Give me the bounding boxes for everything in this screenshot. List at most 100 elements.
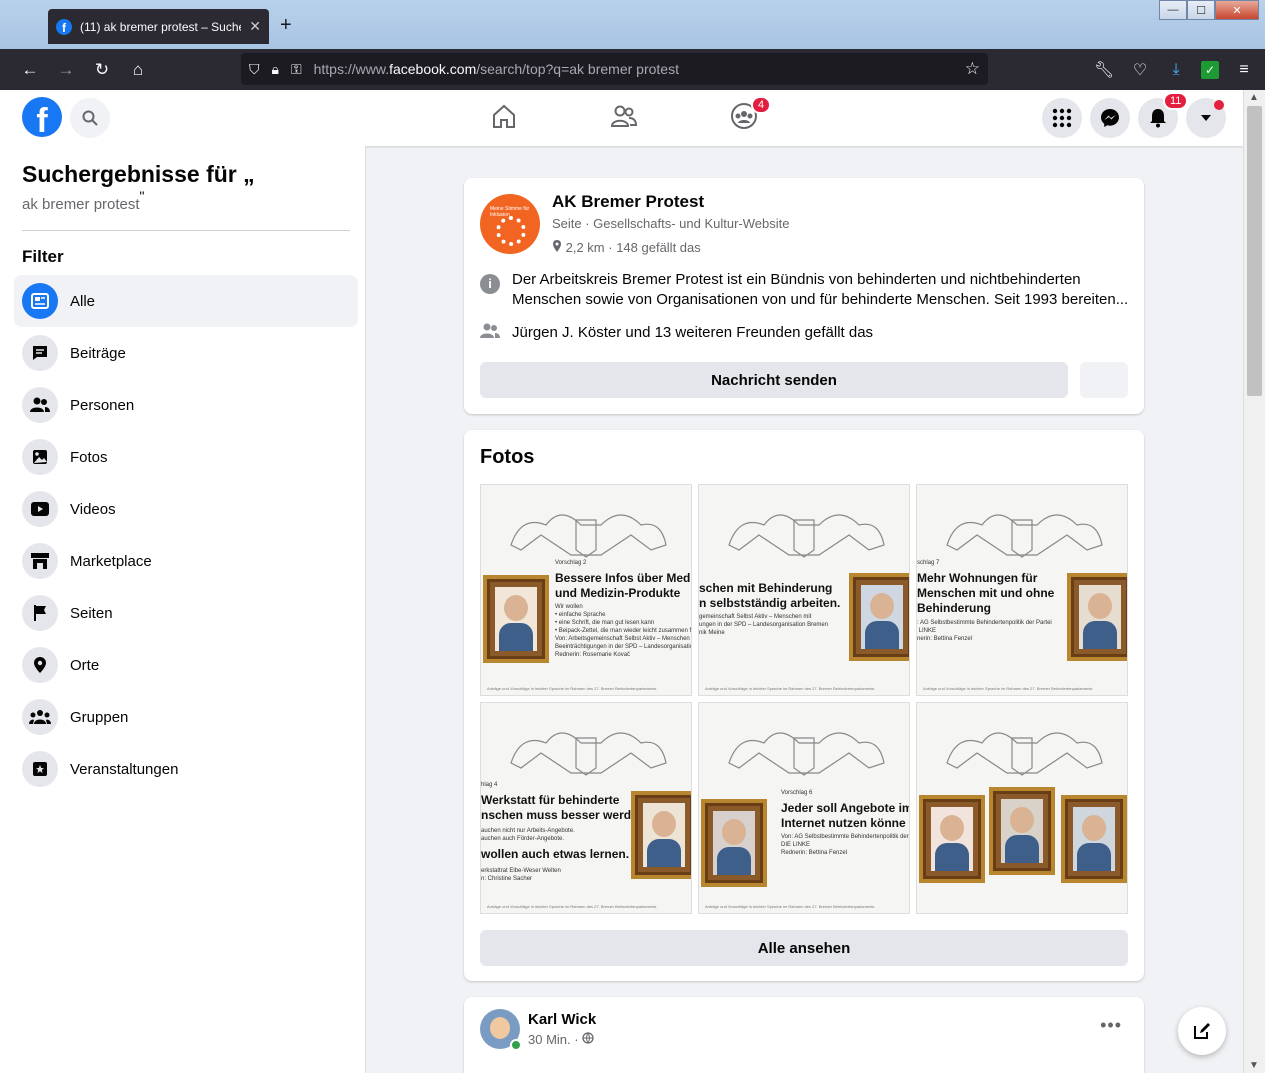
portrait-frame [989, 787, 1055, 875]
scroll-down-arrow-icon[interactable]: ▼ [1249, 1060, 1259, 1071]
home-nav-icon[interactable] [490, 102, 518, 137]
messenger-icon[interactable] [1090, 98, 1130, 138]
filter-label: Marketplace [70, 552, 152, 570]
videos-icon [22, 491, 58, 527]
more-options-button[interactable] [1080, 362, 1128, 398]
extension-check-icon[interactable]: ✓ [1201, 60, 1219, 79]
page-name[interactable]: AK Bremer Protest [552, 192, 704, 212]
bremen-coat-of-arms-drawing [728, 514, 885, 558]
filter-item-beitraege[interactable]: Beiträge [14, 327, 358, 379]
post-card: Karl Wick 30 Min. · ••• [464, 997, 1144, 1073]
photos-card: Fotos Vorschlag 2 Bessere Infos über Med… [464, 430, 1144, 981]
photos-heading: Fotos [480, 446, 535, 468]
bookmark-star-icon[interactable]: ☆ [965, 59, 980, 79]
search-icon[interactable] [70, 98, 110, 138]
photos-icon [22, 439, 58, 475]
url-text[interactable]: https://www.facebook.com/search/top?q=ak… [314, 61, 965, 77]
browser-tab[interactable]: f (11) ak bremer protest – Suchergebniss… [48, 9, 269, 44]
lock-icon[interactable]: 🔒︎ [272, 61, 279, 78]
post-more-options-icon[interactable]: ••• [1100, 1015, 1122, 1036]
browser-navbar: ← → ↻ ⌂ ⛉ 🔒︎ ⚿ https://www.facebook.com/… [0, 49, 1265, 90]
page-avatar[interactable]: Meine Stimme für Inklusion [480, 194, 540, 254]
groups-icon [22, 699, 58, 735]
marketplace-icon [22, 543, 58, 579]
portrait-frame [849, 573, 909, 661]
filter-item-gruppen[interactable]: Gruppen [14, 691, 358, 743]
people-icon [22, 387, 58, 423]
events-icon [22, 751, 58, 787]
photo-thumbnail[interactable]: schen mit Behinderung n selbstständig ar… [698, 484, 910, 696]
maximize-button[interactable]: ☐ [1187, 0, 1215, 20]
tracking-shield-icon[interactable]: ⛉ [249, 61, 260, 78]
tab-title: (11) ak bremer protest – Suchergebnisse [80, 19, 241, 34]
filter-item-seiten[interactable]: Seiten [14, 587, 358, 639]
photo-thumbnail[interactable]: Vorschlag 6 Jeder soll Angebote im Inter… [698, 702, 910, 914]
back-arrow-icon[interactable]: ← [12, 60, 48, 80]
filter-label: Fotos [70, 448, 108, 466]
filter-item-alle[interactable]: Alle [14, 275, 358, 327]
post-author[interactable]: Karl Wick [528, 1011, 596, 1028]
photo-thumbnail[interactable]: hlag 4 Werkstatt für behinderte nschen m… [480, 702, 692, 914]
bremen-coat-of-arms-drawing [510, 514, 667, 558]
pages-flag-icon [22, 595, 58, 631]
bremen-coat-of-arms-drawing [946, 514, 1103, 558]
reload-icon[interactable]: ↻ [84, 60, 120, 80]
new-tab-button[interactable]: + [280, 14, 292, 37]
posts-icon [22, 335, 58, 371]
friends-icon [480, 323, 500, 344]
url-bar[interactable]: ⛉ 🔒︎ ⚿ https://www.facebook.com/search/t… [241, 53, 988, 85]
hamburger-menu-icon[interactable]: ≡ [1233, 61, 1255, 79]
scrollbar-thumb[interactable] [1247, 106, 1262, 396]
home-icon[interactable]: ⌂ [120, 60, 156, 80]
send-message-button[interactable]: Nachricht senden [480, 362, 1068, 398]
post-timestamp[interactable]: 30 Min. · [528, 1032, 594, 1047]
filter-label: Personen [70, 396, 135, 414]
friends-nav-icon[interactable] [610, 102, 638, 137]
bremen-coat-of-arms-drawing [946, 732, 1103, 776]
minimize-button[interactable]: — [1159, 0, 1187, 20]
portrait-frame [1067, 573, 1127, 661]
filter-label: Veranstaltungen [70, 760, 179, 778]
page-location: 2,2 km · 148 gefällt das [552, 240, 701, 255]
page-scrollbar[interactable]: ▲ ▼ [1243, 90, 1265, 1073]
scroll-up-arrow-icon[interactable]: ▲ [1249, 92, 1259, 103]
globe-icon [582, 1032, 594, 1044]
filter-label: Seiten [70, 604, 113, 622]
key-icon[interactable]: ⚿ [291, 61, 302, 78]
photo-thumbnail[interactable]: schlag 7 Mehr Wohnungen für Menschen mit… [916, 484, 1128, 696]
filter-item-marketplace[interactable]: Marketplace [14, 535, 358, 587]
filter-item-orte[interactable]: Orte [14, 639, 358, 691]
portrait-frame [483, 575, 549, 663]
page-result-card: Meine Stimme für Inklusion AK Bremer Pro… [464, 178, 1144, 414]
close-window-button[interactable]: ✕ [1215, 0, 1259, 20]
see-all-photos-button[interactable]: Alle ansehen [480, 930, 1128, 966]
groups-badge: 4 [751, 96, 772, 114]
bremen-coat-of-arms-drawing [510, 732, 667, 776]
download-icon[interactable]: ⤓ [1165, 61, 1187, 79]
facebook-favicon-icon: f [56, 18, 72, 35]
filter-item-fotos[interactable]: Fotos [14, 431, 358, 483]
info-icon: i [480, 274, 500, 294]
photo-thumbnail[interactable]: Vorschlag 2 Bessere Infos über Medika un… [480, 484, 692, 696]
menu-grid-icon[interactable] [1042, 98, 1082, 138]
account-alert-dot [1214, 100, 1224, 110]
filter-label: Gruppen [70, 708, 129, 726]
filter-label: Videos [70, 500, 116, 518]
photo-thumbnail[interactable] [916, 702, 1128, 914]
friends-like-text: Jürgen J. Köster und 13 weiteren Freunde… [512, 324, 874, 341]
online-status-dot [510, 1039, 522, 1051]
new-message-compose-icon[interactable] [1178, 1007, 1226, 1055]
tab-close-icon[interactable]: ✕ [249, 18, 261, 35]
places-pin-icon [22, 647, 58, 683]
filter-label: Alle [70, 292, 96, 310]
wrench-icon[interactable]: 🔧︎ [1093, 60, 1115, 80]
location-pin-icon [553, 240, 561, 252]
filter-item-veranstaltungen[interactable]: Veranstaltungen [14, 743, 358, 795]
filter-item-personen[interactable]: Personen [14, 379, 358, 431]
filter-item-videos[interactable]: Videos [14, 483, 358, 535]
facebook-logo[interactable]: f [22, 97, 62, 137]
forward-arrow-icon[interactable]: → [48, 60, 84, 80]
portrait-frame [919, 795, 985, 883]
portrait-frame [701, 799, 767, 887]
pocket-icon[interactable]: ♡ [1129, 60, 1151, 80]
